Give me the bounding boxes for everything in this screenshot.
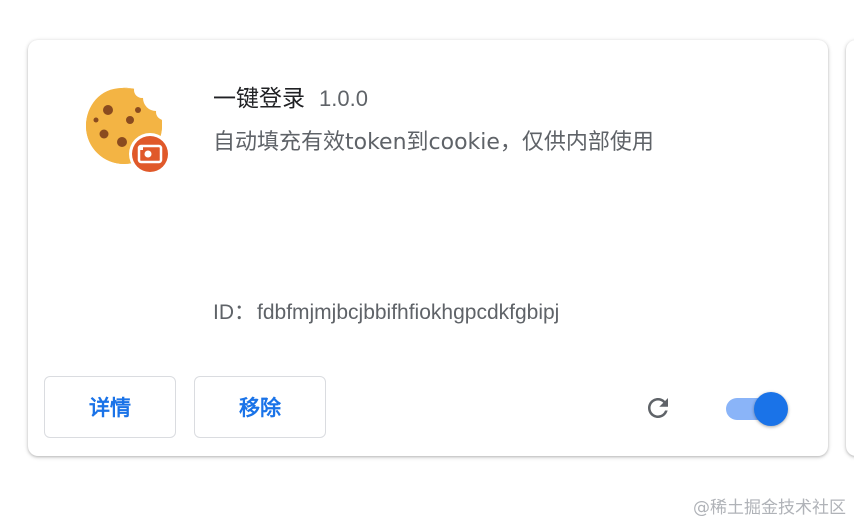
extension-id-value: fdbfmjmjbcjbbifhfiokhgpcdkfgbipj — [257, 301, 560, 324]
extension-id: ID：fdbfmjmjbcjbbifhfiokhgpcdkfgbipj — [213, 296, 559, 326]
extension-description: 自动填充有效token到cookie，仅供内部使用 — [213, 130, 654, 155]
reload-icon — [648, 398, 668, 418]
remove-button[interactable]: 移除 — [194, 376, 326, 438]
extension-version: 1.0.0 — [319, 86, 368, 111]
cookie-icon — [78, 80, 174, 176]
toggle-knob — [754, 392, 788, 426]
extension-name: 一键登录 — [213, 86, 305, 112]
cookie-icon-graphic — [86, 82, 172, 175]
extension-card: 一键登录 1.0.0 自动填充有效token到cookie，仅供内部使用 ID：… — [28, 40, 828, 456]
enable-toggle[interactable] — [724, 392, 790, 426]
extension-id-label: ID： — [213, 301, 255, 324]
adjacent-extension-card — [846, 40, 854, 456]
watermark: @稀土掘金技术社区 — [693, 498, 846, 518]
reload-button[interactable] — [640, 390, 676, 426]
details-button[interactable]: 详情 — [44, 376, 176, 438]
extension-title-row: 一键登录 1.0.0 — [213, 79, 368, 112]
